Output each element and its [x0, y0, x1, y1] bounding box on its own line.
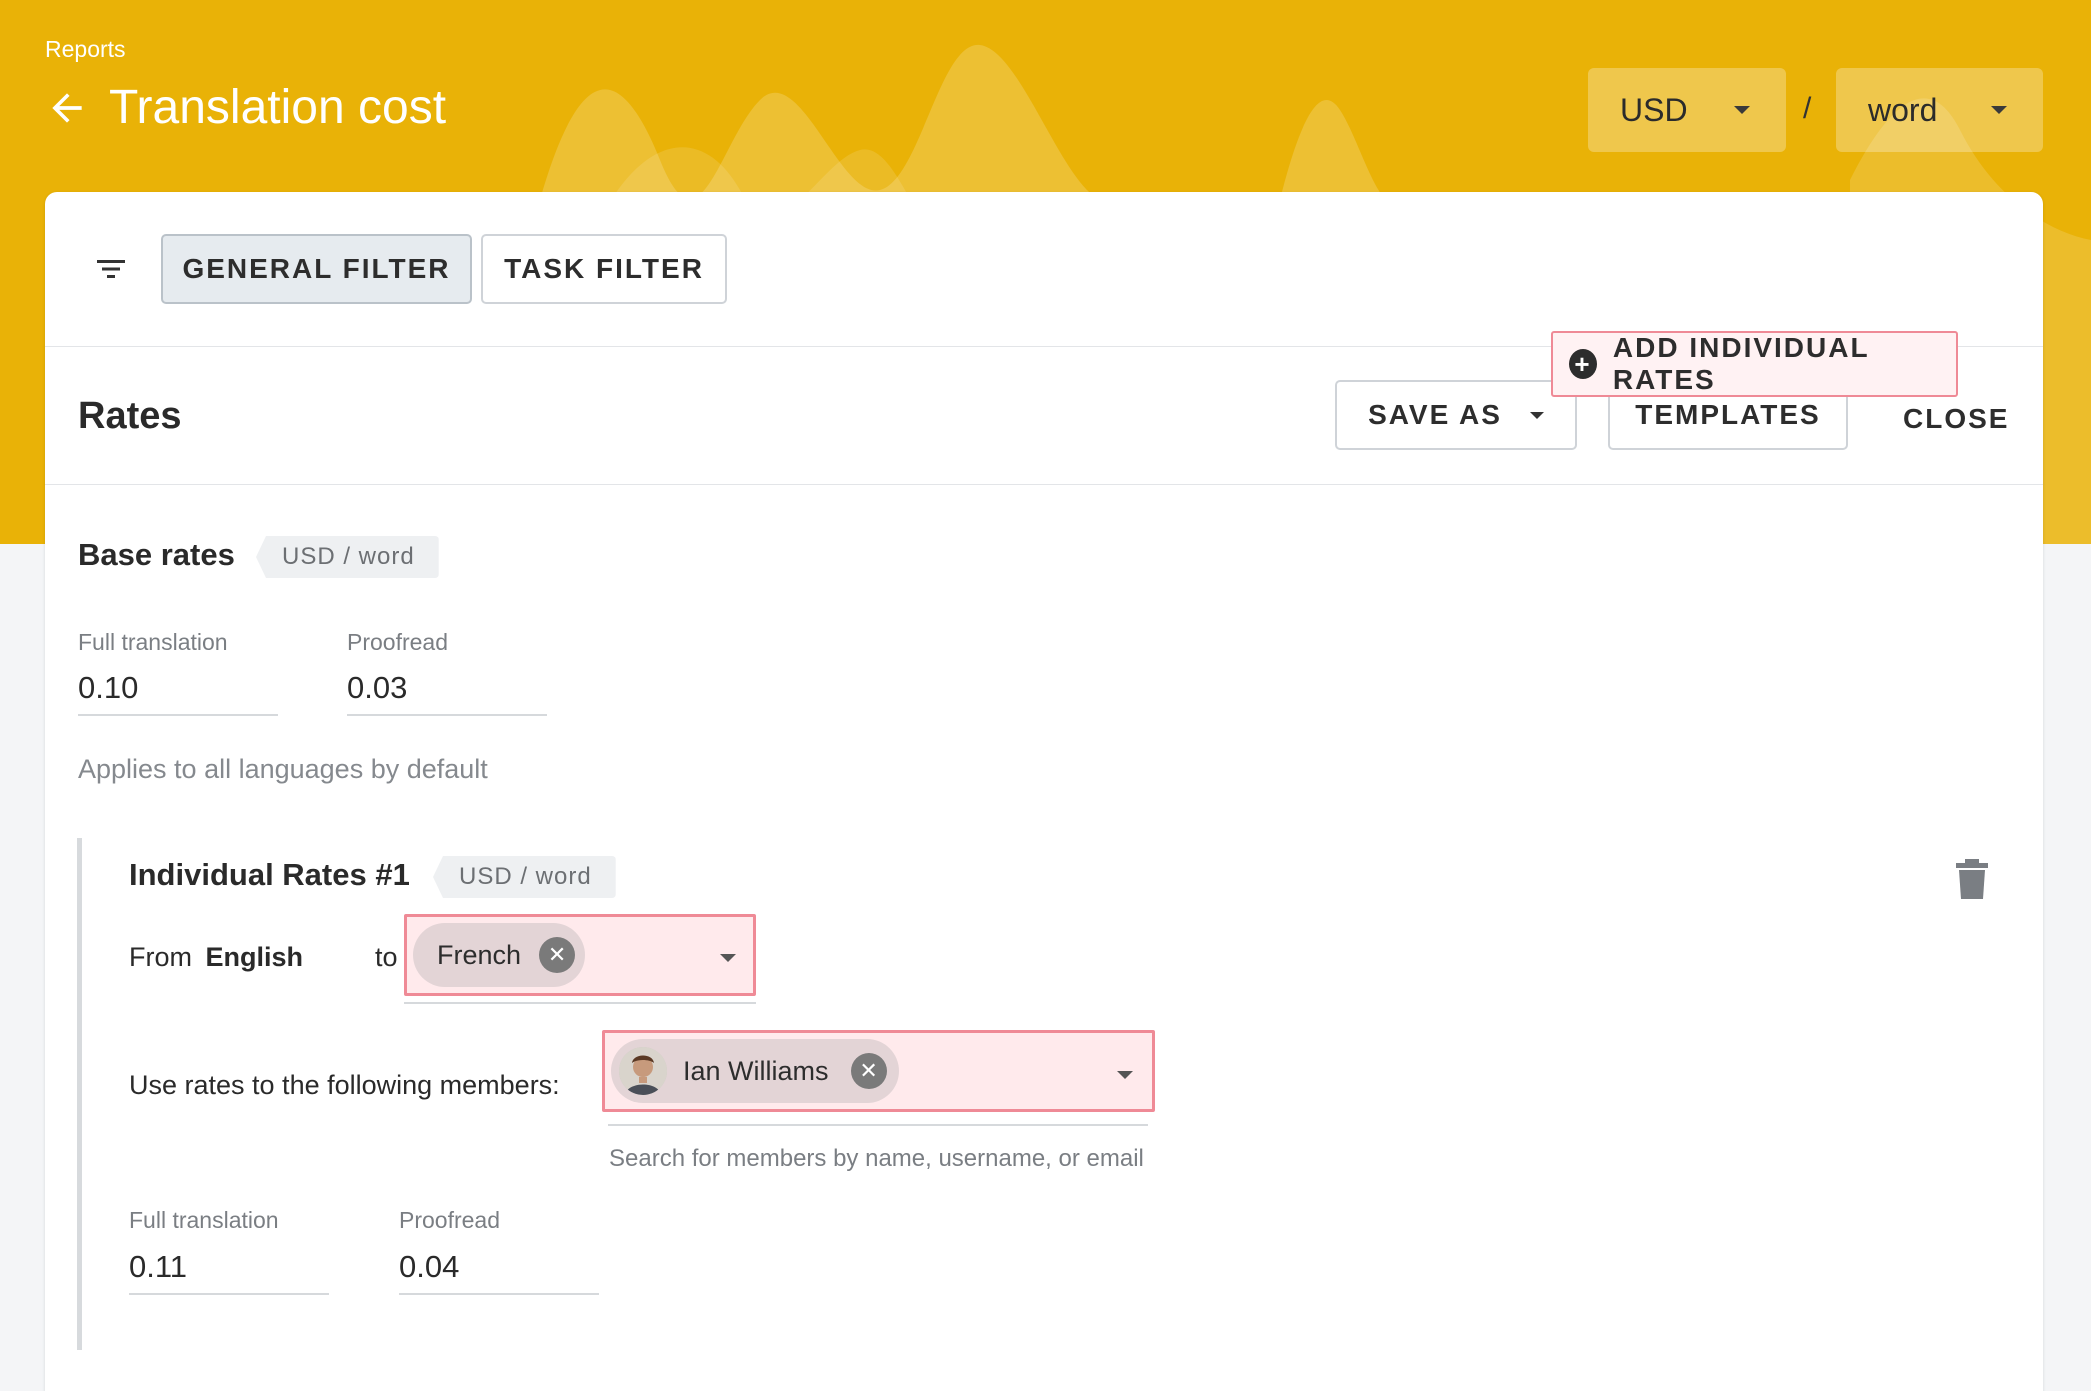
unit-select[interactable]: word	[1836, 68, 2043, 152]
language-chip-label: French	[437, 939, 522, 970]
caret-down-icon	[1117, 1071, 1133, 1079]
members-underline	[608, 1124, 1148, 1126]
base-rates-unit-tag: USD / word	[256, 536, 439, 578]
unit-separator: /	[1803, 92, 1812, 125]
individual-proofread-label: Proofread	[399, 1207, 501, 1233]
unit-value: word	[1868, 91, 1938, 128]
page-title: Translation cost	[109, 81, 447, 134]
close-button[interactable]: CLOSE	[1903, 403, 2009, 435]
add-individual-rates-button[interactable]: + ADD INDIVIDUAL RATES	[1551, 331, 1958, 397]
from-language-text: From English	[129, 942, 303, 973]
individual-full-translation-input[interactable]	[129, 1241, 329, 1295]
members-search-hint: Search for members by name, username, or…	[609, 1145, 1144, 1172]
currency-select[interactable]: USD	[1588, 68, 1786, 152]
to-label: to	[375, 942, 398, 972]
target-language-underline	[404, 1002, 756, 1004]
title-row: Translation cost	[45, 80, 446, 135]
breadcrumb[interactable]: Reports	[45, 36, 126, 63]
caret-down-icon	[720, 954, 736, 962]
individual-rates-title: Individual Rates #1	[129, 857, 410, 892]
filter-lines-icon[interactable]	[95, 255, 127, 283]
add-individual-rates-label: ADD INDIVIDUAL RATES	[1612, 332, 1870, 395]
individual-proofread-input[interactable]	[399, 1241, 599, 1295]
base-full-translation-label: Full translation	[78, 629, 228, 655]
close-circle-icon[interactable]: ✕	[539, 937, 576, 973]
base-full-translation-input[interactable]	[78, 662, 278, 716]
individual-full-translation-label: Full translation	[129, 1207, 279, 1233]
task-filter-button[interactable]: TASK FILTER	[481, 234, 727, 304]
from-label: From	[129, 942, 192, 972]
base-rates-title: Base rates	[78, 537, 235, 572]
individual-rates-unit-tag: USD / word	[433, 856, 616, 898]
caret-down-icon	[1529, 411, 1544, 419]
rates-title: Rates	[78, 395, 182, 437]
filter-bar: GENERAL FILTER TASK FILTER	[45, 192, 2043, 347]
arrow-left-icon[interactable]	[45, 86, 89, 130]
base-rates-hint: Applies to all languages by default	[78, 754, 488, 784]
avatar	[619, 1047, 667, 1095]
members-label: Use rates to the following members:	[129, 1070, 560, 1100]
save-as-button[interactable]: SAVE AS	[1335, 380, 1577, 450]
member-chip-label: Ian Williams	[683, 1055, 829, 1086]
member-chip: Ian Williams ✕	[611, 1039, 899, 1103]
caret-down-icon	[1734, 106, 1750, 114]
members-select[interactable]: Ian Williams ✕	[602, 1030, 1155, 1112]
caret-down-icon	[1991, 106, 2007, 114]
currency-value: USD	[1620, 91, 1688, 128]
base-proofread-label: Proofread	[347, 629, 449, 655]
base-proofread-input[interactable]	[347, 662, 547, 716]
individual-rates-rule	[77, 838, 82, 1350]
trash-icon[interactable]	[1954, 857, 1990, 901]
close-circle-icon[interactable]: ✕	[850, 1053, 887, 1089]
save-as-label: SAVE AS	[1368, 399, 1502, 430]
target-language-select[interactable]: French ✕	[404, 914, 756, 996]
language-chip: French ✕	[413, 923, 586, 987]
from-language: English	[205, 942, 304, 972]
plus-circle-icon: +	[1569, 349, 1597, 379]
general-filter-button[interactable]: GENERAL FILTER	[161, 234, 472, 304]
